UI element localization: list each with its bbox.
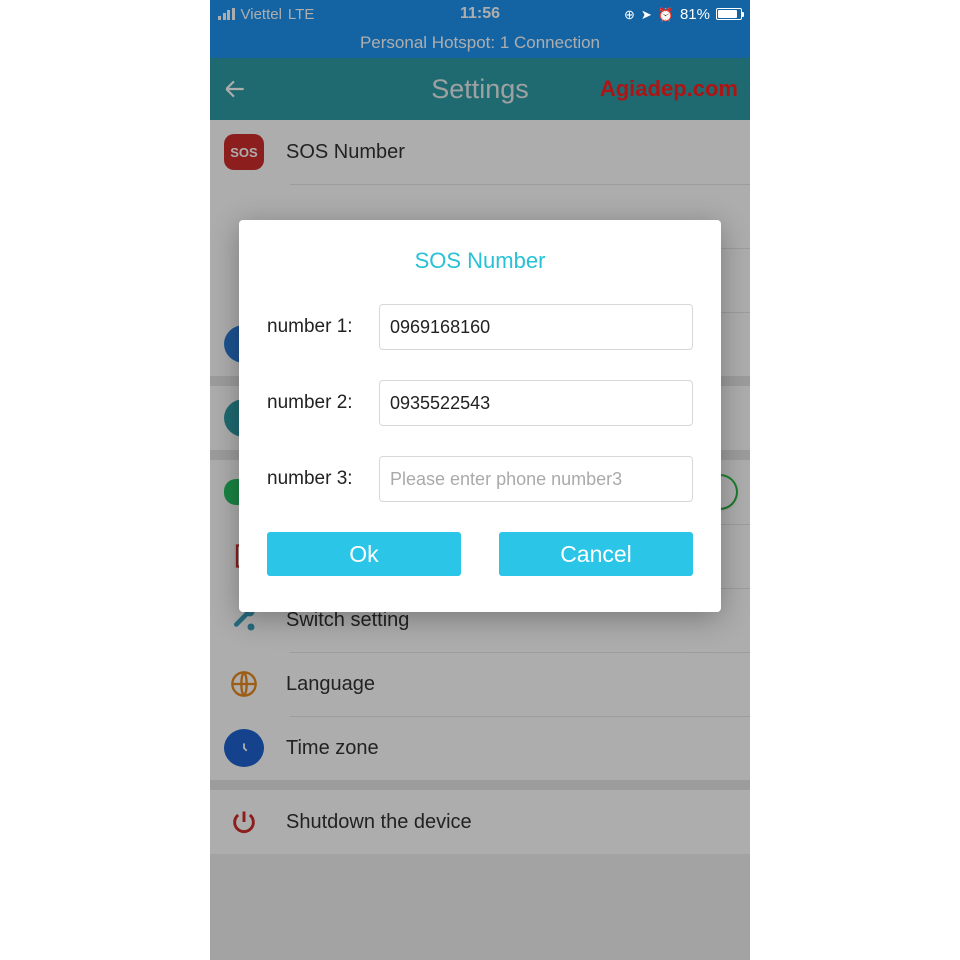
field-number-2: number 2: [267,380,693,426]
label-number-2: number 2: [267,392,379,414]
dialog-title: SOS Number [267,248,693,274]
input-number-2[interactable] [379,380,693,426]
cancel-button[interactable]: Cancel [499,532,693,576]
field-number-3: number 3: [267,456,693,502]
input-number-1[interactable] [379,304,693,350]
dialog-button-row: Ok Cancel [267,532,693,576]
sos-number-dialog: SOS Number number 1: number 2: number 3:… [239,220,721,612]
label-number-3: number 3: [267,468,379,490]
alarm-icon: ⏰ [658,8,674,21]
label-number-1: number 1: [267,316,379,338]
ok-button[interactable]: Ok [267,532,461,576]
battery-icon [716,8,742,20]
field-number-1: number 1: [267,304,693,350]
battery-pct-label: 81% [680,6,710,23]
lock-rotation-icon: ⊕ [624,8,635,21]
input-number-3[interactable] [379,456,693,502]
location-icon: ➤ [641,8,652,21]
